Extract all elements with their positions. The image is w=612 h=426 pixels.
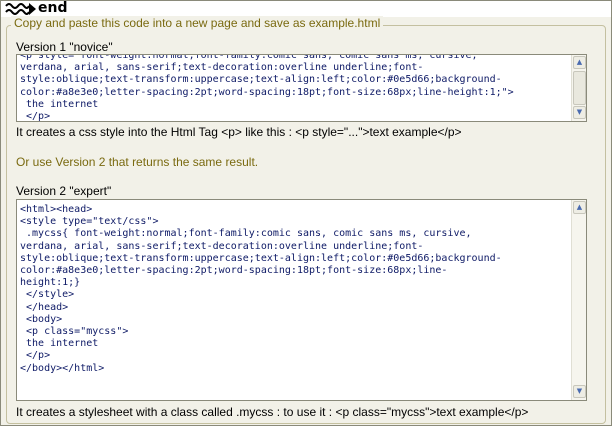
code-line: <style type="text/css">	[20, 216, 159, 228]
wave-arrow-icon	[5, 3, 36, 15]
version2-scrollbar[interactable]: ▲ ▼	[571, 200, 586, 400]
fieldset-legend: Copy and paste this code into a new page…	[11, 16, 384, 30]
version1-code: <p style="font-weight:normal;font-family…	[20, 54, 514, 122]
code-line: style:oblique;text-transform:uppercase;t…	[20, 74, 502, 86]
section-header: end	[1, 0, 611, 17]
scroll-up-icon[interactable]: ▲	[573, 201, 586, 214]
code-line: style:oblique;text-transform:uppercase;t…	[20, 252, 502, 264]
version1-description: It creates a css style into the Html Tag…	[16, 125, 462, 139]
or-use-version2-text: Or use Version 2 that returns the same r…	[16, 155, 259, 169]
scroll-up-icon[interactable]: ▲	[573, 56, 586, 69]
version1-code-textarea[interactable]: <p style="font-weight:normal;font-family…	[16, 54, 587, 122]
version2-code: <html><head> <style type="text/css"> .myc…	[20, 204, 502, 375]
version1-label: Version 1 "novice"	[16, 40, 113, 54]
code-line: </p>	[20, 350, 51, 362]
code-line: <html><head>	[20, 204, 93, 215]
code-line: .mycss{ font-weight:normal;font-family:c…	[20, 228, 472, 240]
code-line: <p style="font-weight:normal;font-family…	[20, 54, 478, 61]
code-line: <body>	[20, 313, 63, 325]
code-line: </head>	[20, 301, 69, 313]
code-line: </style>	[20, 289, 75, 301]
scroll-thumb[interactable]	[573, 71, 586, 105]
version1-scrollbar[interactable]: ▲ ▼	[571, 55, 586, 121]
version2-description: It creates a stylesheet with a class cal…	[16, 405, 529, 419]
scroll-down-icon[interactable]: ▼	[573, 385, 586, 398]
code-line: the internet	[20, 338, 99, 350]
code-line: color:#a8e3e0;letter-spacing:2pt;word-sp…	[20, 265, 448, 277]
code-line: height:1;}	[20, 277, 81, 289]
code-line: </p>	[20, 111, 51, 122]
code-line: verdana, arial, sans-serif;text-decorati…	[20, 240, 424, 252]
code-line: verdana, arial, sans-serif;text-decorati…	[20, 62, 424, 74]
code-line: <p class="mycss">	[20, 326, 129, 338]
code-line: color:#a8e3e0;letter-spacing:2pt;word-sp…	[20, 86, 514, 98]
version2-label: Version 2 "expert"	[16, 184, 112, 198]
scroll-down-icon[interactable]: ▼	[573, 106, 586, 119]
page-frame: end Copy and paste this code into a new …	[0, 0, 612, 426]
section-title: end	[38, 0, 68, 16]
code-line: the internet	[20, 98, 99, 110]
version2-code-textarea[interactable]: <html><head> <style type="text/css"> .myc…	[16, 199, 587, 401]
code-line: </body></html>	[20, 362, 105, 374]
